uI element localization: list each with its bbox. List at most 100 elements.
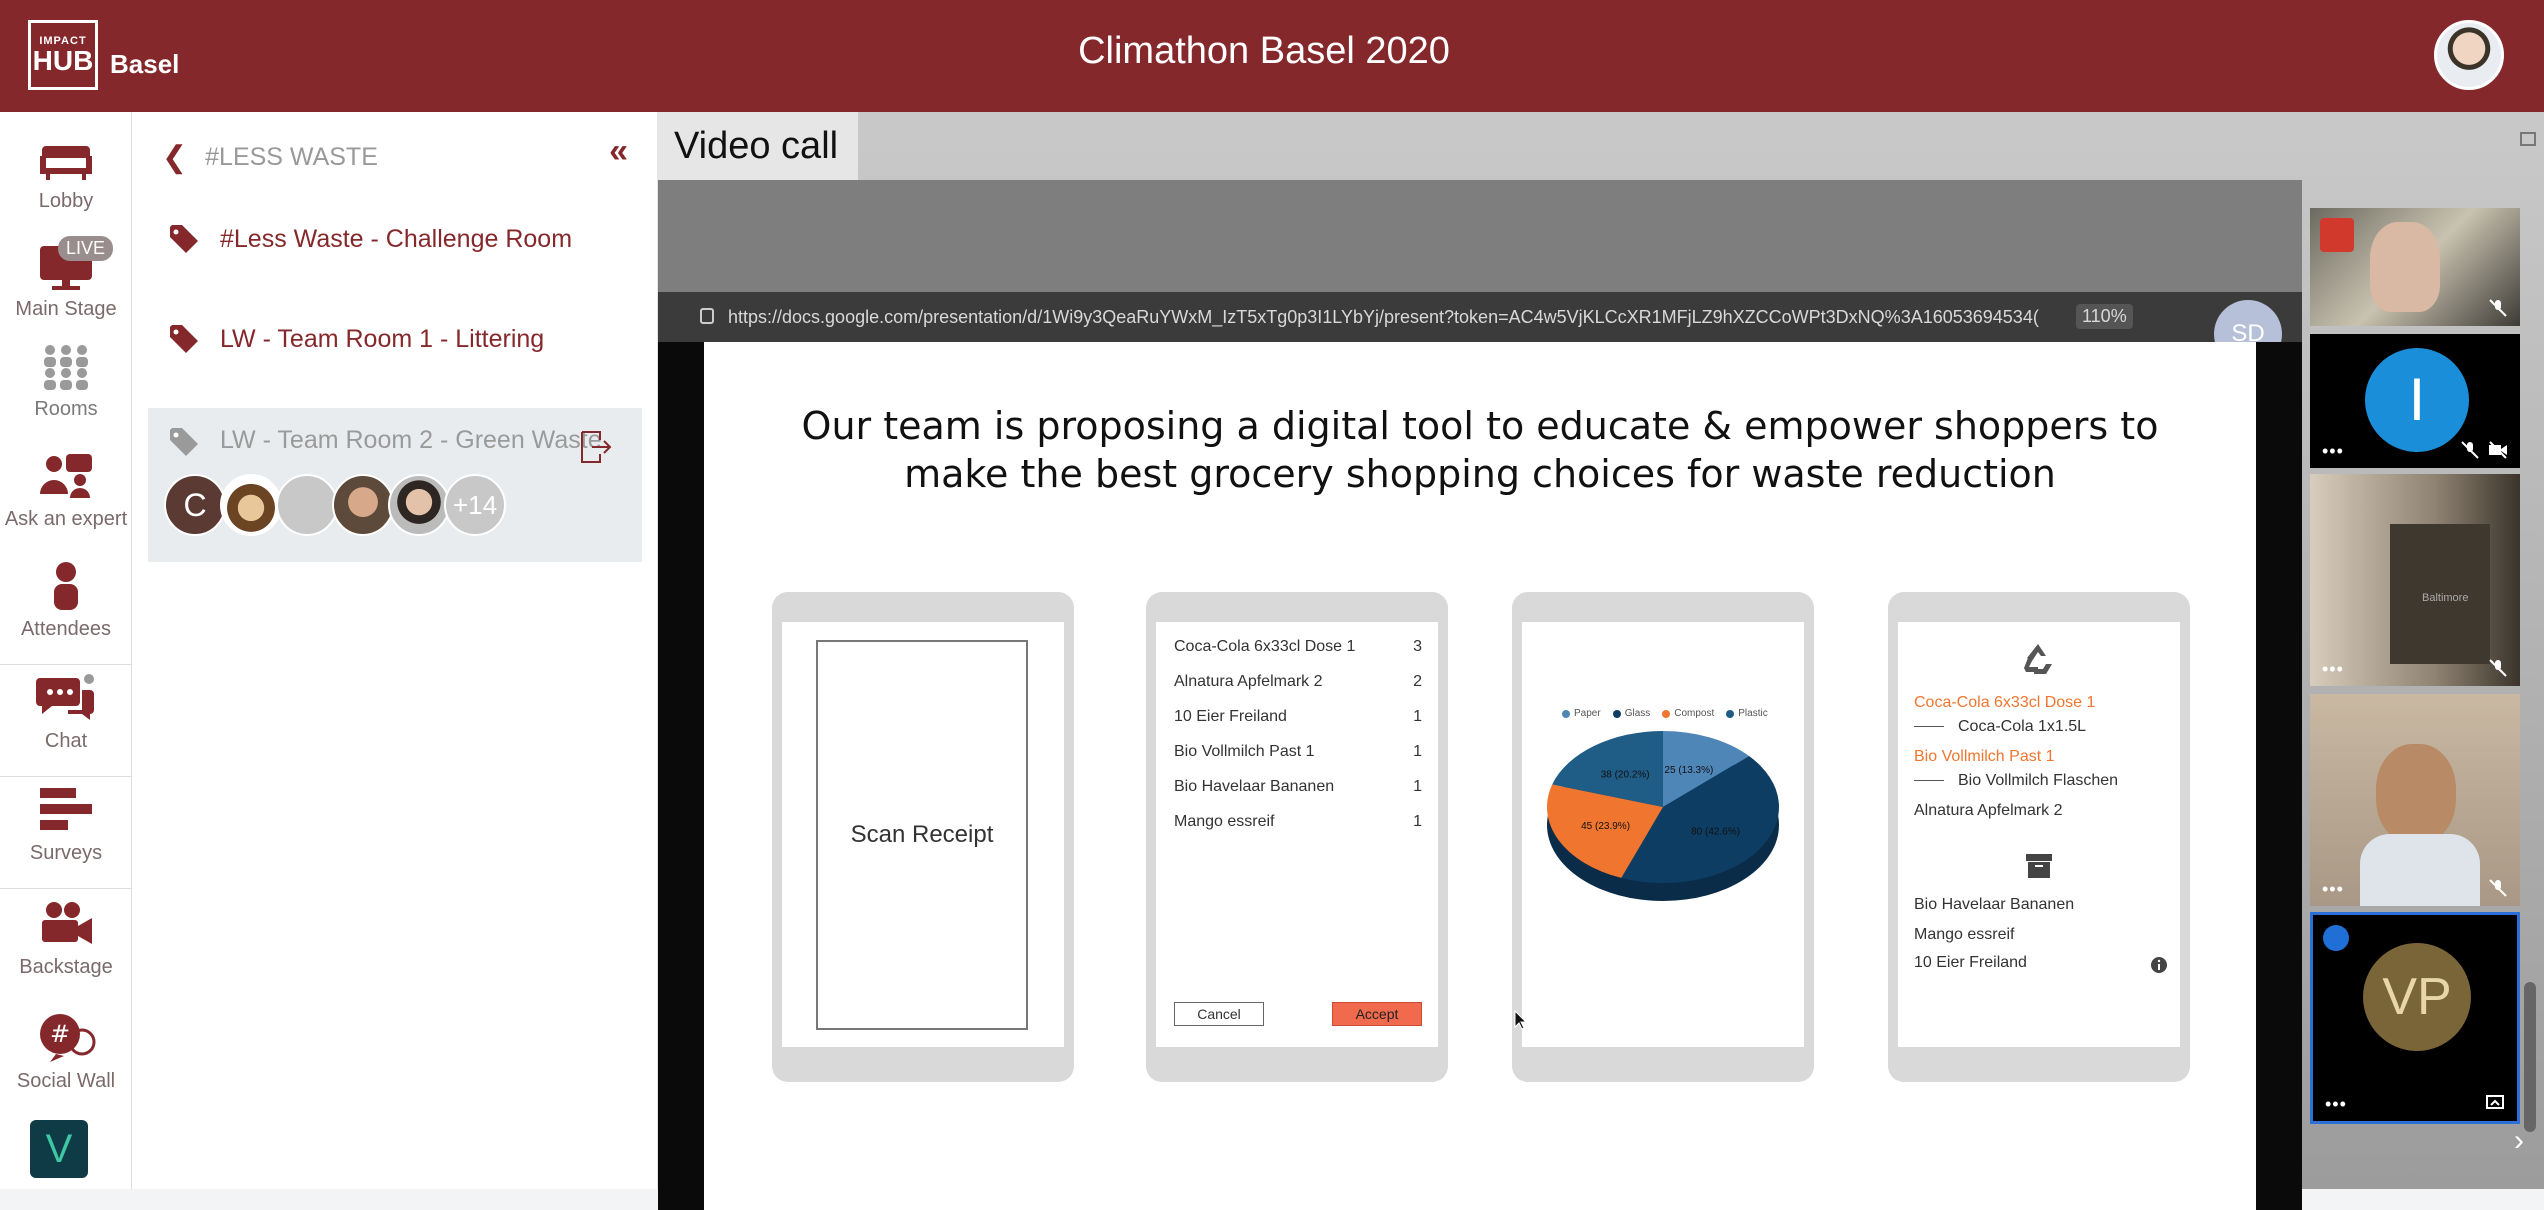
- participant-video: [2370, 222, 2440, 312]
- nav-lobby-label: Lobby: [38, 190, 94, 212]
- popout-icon[interactable]: [2520, 132, 2536, 146]
- receipt-item-name: Bio Havelaar Bananen: [1174, 778, 1335, 795]
- nav-rooms-label: Rooms: [34, 398, 98, 420]
- phone-mockup-pie: Paper Glass Compost Plastic 25 (13.3%) 80…: [1512, 592, 1814, 1082]
- nav-divider: [0, 664, 132, 665]
- participant-avatar[interactable]: [332, 474, 394, 536]
- screen-share-icon: [2486, 1095, 2504, 1109]
- rooms-panel: ❮ #LESS WASTE « #Less Waste - Challenge …: [132, 112, 658, 1189]
- chevron-left-icon[interactable]: ❮: [162, 140, 187, 175]
- phone-screen: Coca-Cola 6x33cl Dose 1 Coca-Cola 1x1.5L…: [1898, 622, 2180, 1047]
- camera-icon: [42, 902, 92, 944]
- nav-ask-an-expert[interactable]: Ask an expert: [0, 450, 132, 531]
- participant-tile-active[interactable]: VP •••: [2310, 912, 2520, 1124]
- participant-avatar[interactable]: [276, 474, 338, 536]
- screen-share: https://docs.google.com/presentation/d/1…: [658, 180, 2302, 1210]
- receipt-row: Bio Havelaar Bananen 1: [1174, 778, 1422, 796]
- archive-box-icon: [2026, 854, 2052, 878]
- participant-video: [2376, 744, 2456, 844]
- hashtag-icon: #: [40, 1014, 96, 1062]
- nav-surveys-label: Surveys: [29, 842, 103, 864]
- nav-chat[interactable]: Chat: [0, 672, 132, 753]
- more-options-icon[interactable]: •••: [2325, 1094, 2347, 1115]
- room-label: #Less Waste - Challenge Room: [220, 224, 573, 253]
- signal-icon: [2320, 218, 2354, 252]
- nav-surveys[interactable]: Surveys: [0, 784, 132, 865]
- room-item[interactable]: LW - Team Room 1 - Littering: [148, 294, 642, 384]
- more-options-icon[interactable]: •••: [2322, 879, 2344, 900]
- room-participants[interactable]: C +14: [164, 474, 506, 536]
- nav-rooms[interactable]: Rooms: [0, 340, 132, 421]
- sofa-icon: [40, 146, 92, 180]
- tag-icon: [170, 325, 198, 353]
- nav-main-stage[interactable]: LIVE Main Stage: [0, 236, 132, 321]
- more-participants-count[interactable]: +14: [444, 474, 506, 536]
- room-group-header[interactable]: ❮ #LESS WASTE «: [162, 132, 632, 182]
- slide-title-line-2: make the best grocery shopping choices f…: [904, 452, 2056, 496]
- participant-tile[interactable]: Baltimore •••: [2310, 474, 2520, 686]
- participant-video-body: [2360, 834, 2480, 906]
- presentation-slide: Our team is proposing a digital tool to …: [704, 342, 2256, 1210]
- receipt-item-qty: 1: [1413, 813, 1422, 830]
- tag-icon: [170, 428, 198, 456]
- nav-backstage[interactable]: Backstage: [0, 898, 132, 979]
- shared-browser-urlbar: https://docs.google.com/presentation/d/1…: [658, 292, 2302, 342]
- alt-ok-item: Alnatura Apfelmark 2: [1914, 802, 2063, 819]
- live-badge: LIVE: [58, 236, 114, 261]
- participant-avatar[interactable]: [220, 474, 282, 536]
- participants-scrollbar[interactable]: [2524, 982, 2536, 1132]
- leave-room-icon[interactable]: [578, 430, 612, 464]
- video-call-tab[interactable]: Video call: [658, 112, 858, 180]
- phone-screen: Coca-Cola 6x33cl Dose 1 3 Alnatura Apfelm…: [1156, 622, 1438, 1047]
- receipt-item-qty: 1: [1413, 743, 1422, 760]
- pie-slice-label: 80 (42.6%): [1691, 827, 1740, 838]
- participant-tile[interactable]: I •••: [2310, 334, 2520, 468]
- alt-ok-item: 10 Eier Freiland: [1914, 954, 2027, 971]
- rooms-icon: [44, 345, 88, 390]
- nav-social-wall-label: Social Wall: [16, 1070, 116, 1092]
- participant-tile[interactable]: [2310, 208, 2520, 326]
- person-icon: [54, 562, 78, 610]
- nav-attendees-label: Attendees: [20, 618, 112, 640]
- pie-slice-label: 45 (23.9%): [1581, 821, 1630, 832]
- nav-lobby[interactable]: Lobby: [0, 132, 132, 213]
- mic-muted-icon: [2489, 299, 2507, 317]
- left-navigation: Lobby LIVE Main Stage Rooms Ask an exper…: [0, 112, 132, 1189]
- mock-accept-button: Accept: [1332, 1002, 1422, 1026]
- collapse-panel-icon[interactable]: «: [609, 132, 628, 171]
- receipt-item-name: Mango essreif: [1174, 813, 1275, 830]
- alt-problem-item: Coca-Cola 6x33cl Dose 1: [1914, 694, 2096, 711]
- user-avatar[interactable]: [2434, 20, 2504, 90]
- slide-title-line-1: Our team is proposing a digital tool to …: [801, 404, 2159, 448]
- chevron-right-icon[interactable]: ›: [2514, 1124, 2524, 1158]
- alt-ok-item: Bio Havelaar Bananen: [1914, 896, 2075, 913]
- chat-notification-dot: [82, 672, 96, 686]
- participant-avatar[interactable]: C: [164, 474, 226, 536]
- expert-icon: [40, 454, 92, 498]
- nav-attendees[interactable]: Attendees: [0, 560, 132, 641]
- phone-screen: Paper Glass Compost Plastic 25 (13.3%) 80…: [1522, 622, 1804, 1047]
- receipt-row: Bio Vollmilch Past 1 1: [1174, 743, 1422, 761]
- alt-suggestion-item: Bio Vollmilch Flaschen: [1914, 772, 2118, 790]
- more-options-icon[interactable]: •••: [2322, 441, 2344, 462]
- lock-icon: [700, 308, 714, 324]
- camera-off-icon: [2489, 441, 2507, 459]
- platform-logo[interactable]: V: [30, 1120, 88, 1178]
- receipt-row: 10 Eier Freiland 1: [1174, 708, 1422, 726]
- receipt-row: Mango essreif 1: [1174, 813, 1422, 831]
- nav-social-wall[interactable]: # Social Wall: [0, 1012, 132, 1093]
- room-item[interactable]: #Less Waste - Challenge Room: [148, 194, 642, 284]
- participant-tile[interactable]: •••: [2310, 694, 2520, 906]
- room-item-active[interactable]: LW - Team Room 2 - Green Waste C +14: [148, 408, 642, 562]
- participant-initials: VP: [2363, 943, 2471, 1051]
- alt-suggestion-item: Coca-Cola 1x1.5L: [1914, 718, 2086, 736]
- nav-divider: [0, 888, 132, 889]
- receipt-item-name: Alnatura Apfelmark 2: [1174, 673, 1323, 690]
- participant-avatar[interactable]: [388, 474, 450, 536]
- recycle-icon: [2024, 644, 2052, 674]
- more-options-icon[interactable]: •••: [2322, 659, 2344, 680]
- mock-cancel-button: Cancel: [1174, 1002, 1264, 1026]
- nav-divider: [0, 776, 132, 777]
- pie-slice-label: 25 (13.3%): [1664, 765, 1713, 776]
- receipt-item-qty: 1: [1413, 778, 1422, 795]
